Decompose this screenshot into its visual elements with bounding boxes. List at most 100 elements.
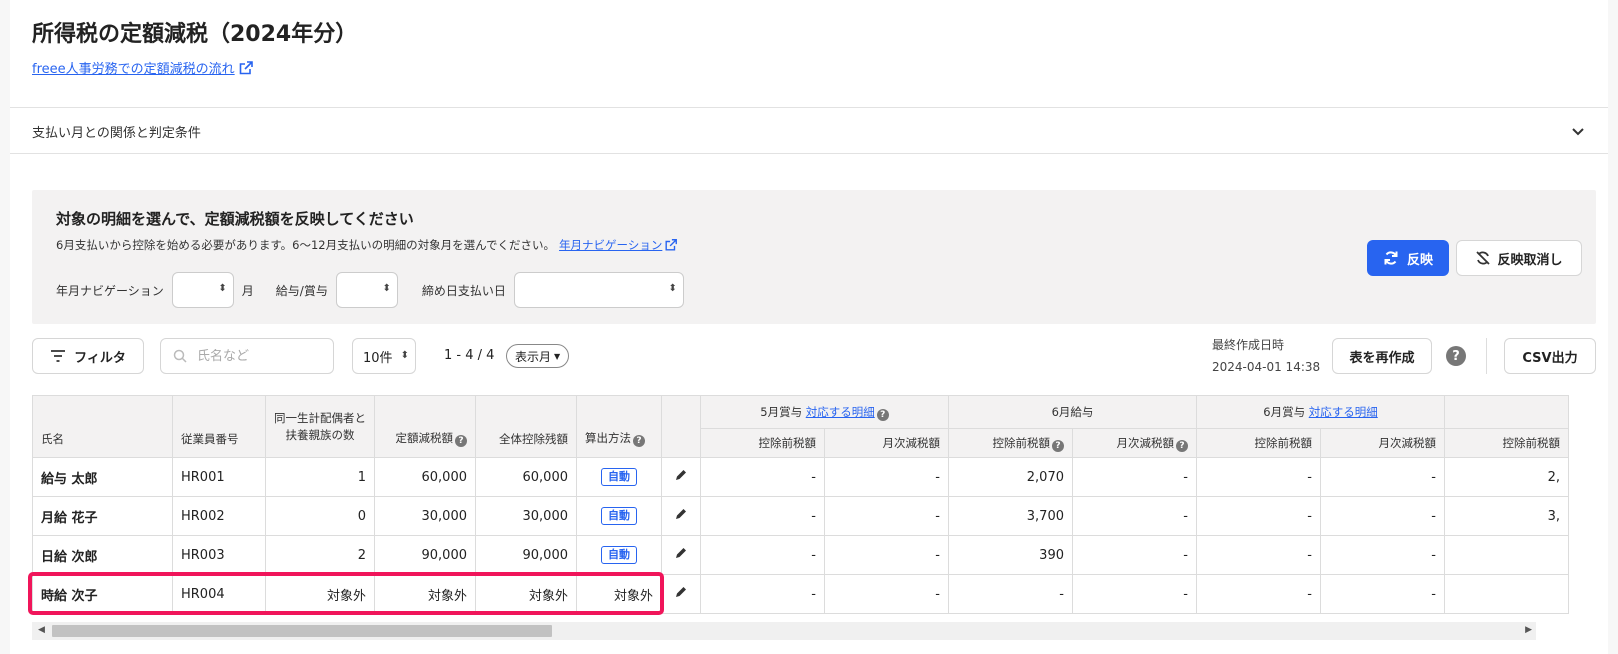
col-header-next-pre-tax: 控除前税額 [1444,428,1569,458]
cell-dependents: 1 [265,457,375,497]
pencil-icon[interactable] [674,585,688,599]
per-page-select[interactable]: 10件 [352,338,416,374]
pencil-icon[interactable] [674,507,688,521]
cell-total: 60,000 [475,457,577,497]
cancel-reflect-button[interactable]: 反映取消し [1456,240,1582,276]
cell-reduction: 90,000 [374,535,476,575]
jun-pre-tax-label: 控除前税額 [992,435,1051,450]
display-month-dropdown[interactable]: 表示月 ▼ [506,344,570,368]
help-icon[interactable]: ? [455,435,467,447]
help-icon[interactable]: ? [1176,439,1188,452]
scroll-left-icon[interactable]: ◀ [38,625,45,635]
nav-help-link-text[interactable]: 年月ナビゲーション [559,237,662,253]
flow-help-link-text[interactable]: freee人事労務での定額減税の流れ [32,58,235,77]
col-header-reduction: 定額減税額? [374,395,476,458]
cell-jb-reduction: - [1320,535,1445,575]
table-row[interactable]: 月給 花子 HR002 0 30,000 30,000 自動 - -3,700- - -3, [32,496,1569,536]
search-box[interactable] [160,338,334,374]
cell-edit[interactable] [661,496,701,536]
cell-dependents: 0 [265,496,375,536]
closing-date-label: 締め日支払い日 [421,283,506,298]
regenerate-table-button[interactable]: 表を再作成 [1332,338,1432,374]
month-unit: 月 [241,283,254,298]
col-header-jun-reduction: 月次減税額? [1072,428,1197,458]
pencil-icon[interactable] [674,468,688,482]
col-header-jb-pre-tax: 控除前税額 [1196,428,1321,458]
help-icon[interactable]: ? [876,408,889,421]
table-row[interactable]: 時給 次子 HR004 対象外 対象外 対象外 対象外 - - - - - - [32,574,1569,614]
col-group-next [1444,395,1569,429]
flow-help-link[interactable]: freee人事労務での定額減税の流れ [32,58,254,77]
col-header-total: 全体控除残額 [475,395,577,458]
external-link-icon [239,60,253,74]
cell-jb-pre-tax: - [1196,457,1321,497]
pencil-icon[interactable] [674,546,688,560]
external-link-icon [665,239,678,251]
table-row[interactable]: 日給 次郎 HR003 2 90,000 90,000 自動 - -390- - - [32,535,1569,575]
filter-button[interactable]: フィルタ [32,338,144,374]
table-toolbar: フィルタ 10件 1 - 4 / 4 表示月 ▼ 最終作成日時 2024-04-… [32,338,1596,374]
col-group-may-bonus: 5月賞与 対応する明細? [700,395,949,429]
cell-jun-reduction: - [1072,574,1197,614]
col-header-may-reduction: 月次減税額 [824,428,949,458]
horizontal-scrollbar[interactable]: ◀ ▶ [32,622,1536,640]
divider [1486,338,1487,374]
cell-may-reduction: - [824,457,949,497]
scroll-right-icon[interactable]: ▶ [1525,625,1532,635]
filter-label: フィルタ [74,350,126,366]
auto-badge: 自動 [601,546,637,564]
page: 所得税の定額減税（2024年分） freee人事労務での定額減税の流れ 支払い月… [10,0,1608,654]
nav-help-link[interactable]: 年月ナビゲーション [559,237,678,253]
last-created-label: 最終作成日時 [1212,338,1285,352]
jun-bonus-payslip-link[interactable]: 対応する明細 [1309,405,1378,419]
chevron-down-icon [1572,128,1584,136]
search-input[interactable] [197,348,327,364]
may-bonus-payslip-link[interactable]: 対応する明細 [806,405,875,419]
cell-jun-reduction: - [1072,496,1197,536]
cell-jun-pre-tax: 3,700 [948,496,1073,536]
col-header-may-pre-tax: 控除前税額 [700,428,825,458]
cell-may-reduction: - [824,574,949,614]
cell-may-pre-tax: - [700,574,825,614]
apply-button[interactable]: 反映 [1367,240,1449,276]
col-header-jb-reduction: 月次減税額 [1320,428,1445,458]
col-header-jun-pre-tax: 控除前税額? [948,428,1073,458]
cell-emp-no: HR001 [172,457,266,497]
cell-jun-reduction: - [1072,457,1197,497]
sync-off-icon [1476,251,1491,265]
page-title: 所得税の定額減税（2024年分） [32,22,358,47]
cell-method: 自動 [576,535,662,575]
conditions-accordion[interactable]: 支払い月との関係と判定条件 [10,108,1608,154]
sync-icon [1384,251,1398,265]
cell-jun-pre-tax: - [948,574,1073,614]
regenerate-label: 表を再作成 [1349,350,1415,366]
scrollbar-thumb[interactable] [52,625,552,637]
apply-button-label: 反映 [1406,252,1433,268]
pagination-range: 1 - 4 / 4 [444,348,495,363]
cell-edit[interactable] [661,457,701,497]
cell-may-pre-tax: - [700,535,825,575]
cell-edit[interactable] [661,535,701,575]
cell-edit[interactable] [661,574,701,614]
col-header-dependents-l2: 扶養親族の数 [285,427,355,442]
cell-jun-reduction: - [1072,535,1197,575]
pay-type-select[interactable] [335,272,398,308]
col-group-jun-salary: 6月給与 [948,395,1197,429]
per-page-value: 10件 [363,350,393,366]
csv-export-button[interactable]: CSV出力 [1504,338,1596,374]
table-row[interactable]: 給与 太郎 HR001 1 60,000 60,000 自動 - -2,070- - -2, [32,457,1569,497]
cell-total: 90,000 [475,535,577,575]
col-header-edit [661,395,701,458]
panel-selectors: 年月ナビゲーション 月 給与/賞与 締め日支払い日 [56,272,684,308]
closing-date-select[interactable] [513,272,684,308]
help-icon[interactable]: ? [1052,439,1064,452]
help-icon[interactable]: ? [633,435,645,447]
help-icon[interactable]: ? [1446,346,1466,366]
auto-badge: 自動 [601,468,637,486]
cell-method: 自動 [576,496,662,536]
month-select[interactable] [171,272,234,308]
divider [10,153,1608,154]
cell-may-reduction: - [824,535,949,575]
cell-name: 時給 次子 [32,574,173,614]
cell-jb-reduction: - [1320,574,1445,614]
